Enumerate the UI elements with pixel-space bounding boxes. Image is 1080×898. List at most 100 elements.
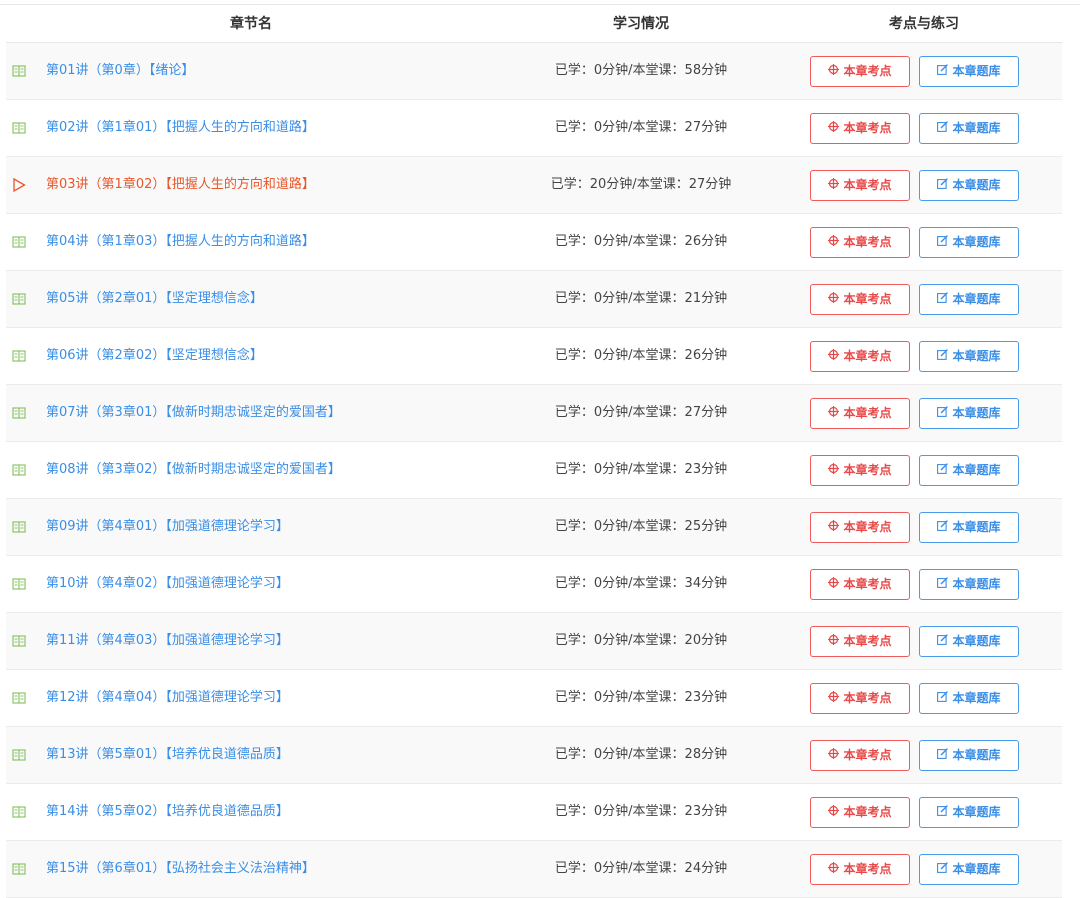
question-bank-label: 本章题库 bbox=[952, 292, 1001, 306]
question-bank-button[interactable]: 本章题库 bbox=[919, 113, 1019, 144]
edit-icon bbox=[937, 684, 949, 713]
crosshair-icon bbox=[828, 228, 840, 257]
key-points-button[interactable]: 本章考点 bbox=[810, 512, 910, 543]
question-bank-button[interactable]: 本章题库 bbox=[919, 284, 1019, 315]
edit-icon bbox=[937, 456, 949, 485]
question-bank-button[interactable]: 本章题库 bbox=[919, 512, 1019, 543]
question-bank-button[interactable]: 本章题库 bbox=[919, 170, 1019, 201]
question-bank-label: 本章题库 bbox=[952, 235, 1001, 249]
table-row: 第02讲（第1章01）【把握人生的方向和道路】 已学：0分钟/本堂课：27分钟 … bbox=[6, 100, 1062, 157]
lecture-title-link[interactable]: 第11讲（第4章03）【加强道德理论学习】 bbox=[46, 613, 289, 669]
book-icon bbox=[12, 633, 26, 647]
key-points-label: 本章考点 bbox=[843, 691, 892, 705]
lecture-title-link[interactable]: 第04讲（第1章03）【把握人生的方向和道路】 bbox=[46, 214, 315, 270]
question-bank-label: 本章题库 bbox=[952, 178, 1001, 192]
question-bank-button[interactable]: 本章题库 bbox=[919, 56, 1019, 87]
table-row: 第01讲（第0章）【绪论】 已学：0分钟/本堂课：58分钟 本章考点 本章题库 bbox=[6, 43, 1062, 100]
key-points-button[interactable]: 本章考点 bbox=[810, 56, 910, 87]
key-points-button[interactable]: 本章考点 bbox=[810, 455, 910, 486]
question-bank-button[interactable]: 本章题库 bbox=[919, 569, 1019, 600]
table-row: 第05讲（第2章01）【坚定理想信念】 已学：0分钟/本堂课：21分钟 本章考点… bbox=[6, 271, 1062, 328]
crosshair-icon bbox=[828, 399, 840, 428]
key-points-button[interactable]: 本章考点 bbox=[810, 341, 910, 372]
question-bank-button[interactable]: 本章题库 bbox=[919, 398, 1019, 429]
edit-icon bbox=[937, 798, 949, 827]
crosshair-icon bbox=[828, 741, 840, 770]
crosshair-icon bbox=[828, 171, 840, 200]
book-icon bbox=[12, 405, 26, 419]
key-points-button[interactable]: 本章考点 bbox=[810, 683, 910, 714]
book-icon bbox=[12, 291, 26, 305]
key-points-button[interactable]: 本章考点 bbox=[810, 227, 910, 258]
question-bank-label: 本章题库 bbox=[952, 520, 1001, 534]
question-bank-button[interactable]: 本章题库 bbox=[919, 455, 1019, 486]
key-points-button[interactable]: 本章考点 bbox=[810, 740, 910, 771]
edit-icon bbox=[937, 57, 949, 86]
table-row: 第04讲（第1章03）【把握人生的方向和道路】 已学：0分钟/本堂课：26分钟 … bbox=[6, 214, 1062, 271]
lecture-title-link[interactable]: 第12讲（第4章04）【加强道德理论学习】 bbox=[46, 670, 289, 726]
study-progress: 已学：20分钟/本堂课：27分钟 bbox=[550, 177, 732, 192]
question-bank-button[interactable]: 本章题库 bbox=[919, 797, 1019, 828]
key-points-button[interactable]: 本章考点 bbox=[810, 569, 910, 600]
question-bank-label: 本章题库 bbox=[952, 862, 1001, 876]
header-chapter-name: 章节名 bbox=[230, 16, 272, 32]
study-progress: 已学：0分钟/本堂课：23分钟 bbox=[554, 690, 728, 705]
question-bank-label: 本章题库 bbox=[952, 577, 1001, 591]
key-points-label: 本章考点 bbox=[843, 634, 892, 648]
book-icon bbox=[12, 348, 26, 362]
lecture-title-link[interactable]: 第02讲（第1章01）【把握人生的方向和道路】 bbox=[46, 100, 315, 156]
key-points-button[interactable]: 本章考点 bbox=[810, 170, 910, 201]
question-bank-label: 本章题库 bbox=[952, 691, 1001, 705]
question-bank-label: 本章题库 bbox=[952, 805, 1001, 819]
study-progress: 已学：0分钟/本堂课：58分钟 bbox=[554, 63, 728, 78]
chapter-table: 章节名 学习情况 考点与练习 第01讲（第0章）【绪论】 已学：0分钟/本堂课：… bbox=[6, 5, 1062, 898]
question-bank-button[interactable]: 本章题库 bbox=[919, 626, 1019, 657]
question-bank-label: 本章题库 bbox=[952, 463, 1001, 477]
lecture-title-link[interactable]: 第07讲（第3章01）【做新时期忠诚坚定的爱国者】 bbox=[46, 385, 341, 441]
question-bank-button[interactable]: 本章题库 bbox=[919, 854, 1019, 885]
crosshair-icon bbox=[828, 114, 840, 143]
key-points-button[interactable]: 本章考点 bbox=[810, 626, 910, 657]
edit-icon bbox=[937, 228, 949, 257]
key-points-button[interactable]: 本章考点 bbox=[810, 113, 910, 144]
book-icon bbox=[12, 747, 26, 761]
lecture-title-link[interactable]: 第09讲（第4章01）【加强道德理论学习】 bbox=[46, 499, 289, 555]
key-points-button[interactable]: 本章考点 bbox=[810, 398, 910, 429]
lecture-title-link[interactable]: 第10讲（第4章02）【加强道德理论学习】 bbox=[46, 556, 289, 612]
question-bank-button[interactable]: 本章题库 bbox=[919, 341, 1019, 372]
edit-icon bbox=[937, 627, 949, 656]
key-points-button[interactable]: 本章考点 bbox=[810, 797, 910, 828]
lecture-title-link[interactable]: 第13讲（第5章01）【培养优良道德品质】 bbox=[46, 727, 289, 783]
study-progress: 已学：0分钟/本堂课：26分钟 bbox=[554, 234, 728, 249]
header-study-status: 学习情况 bbox=[613, 16, 669, 32]
lecture-title-link[interactable]: 第01讲（第0章）【绪论】 bbox=[46, 43, 194, 99]
edit-icon bbox=[937, 342, 949, 371]
crosshair-icon bbox=[828, 513, 840, 542]
book-icon bbox=[12, 63, 26, 77]
key-points-label: 本章考点 bbox=[843, 862, 892, 876]
question-bank-button[interactable]: 本章题库 bbox=[919, 227, 1019, 258]
question-bank-button[interactable]: 本章题库 bbox=[919, 740, 1019, 771]
edit-icon bbox=[937, 114, 949, 143]
lecture-title-link[interactable]: 第08讲（第3章02）【做新时期忠诚坚定的爱国者】 bbox=[46, 442, 341, 498]
lecture-title-link[interactable]: 第15讲（第6章01）【弘扬社会主义法治精神】 bbox=[46, 841, 315, 897]
question-bank-label: 本章题库 bbox=[952, 64, 1001, 78]
key-points-label: 本章考点 bbox=[843, 577, 892, 591]
book-icon bbox=[12, 690, 26, 704]
key-points-button[interactable]: 本章考点 bbox=[810, 854, 910, 885]
study-progress: 已学：0分钟/本堂课：23分钟 bbox=[554, 462, 728, 477]
lecture-title-link[interactable]: 第06讲（第2章02）【坚定理想信念】 bbox=[46, 328, 263, 384]
lecture-title-link[interactable]: 第03讲（第1章02）【把握人生的方向和道路】 bbox=[46, 157, 315, 213]
study-progress: 已学：0分钟/本堂课：24分钟 bbox=[554, 861, 728, 876]
crosshair-icon bbox=[828, 57, 840, 86]
key-points-label: 本章考点 bbox=[843, 406, 892, 420]
key-points-button[interactable]: 本章考点 bbox=[810, 284, 910, 315]
question-bank-button[interactable]: 本章题库 bbox=[919, 683, 1019, 714]
book-icon bbox=[12, 234, 26, 248]
book-icon bbox=[12, 861, 26, 875]
table-body: 第01讲（第0章）【绪论】 已学：0分钟/本堂课：58分钟 本章考点 本章题库 … bbox=[6, 43, 1062, 898]
lecture-title-link[interactable]: 第14讲（第5章02）【培养优良道德品质】 bbox=[46, 784, 289, 840]
lecture-title-link[interactable]: 第05讲（第2章01）【坚定理想信念】 bbox=[46, 271, 263, 327]
crosshair-icon bbox=[828, 342, 840, 371]
question-bank-label: 本章题库 bbox=[952, 349, 1001, 363]
